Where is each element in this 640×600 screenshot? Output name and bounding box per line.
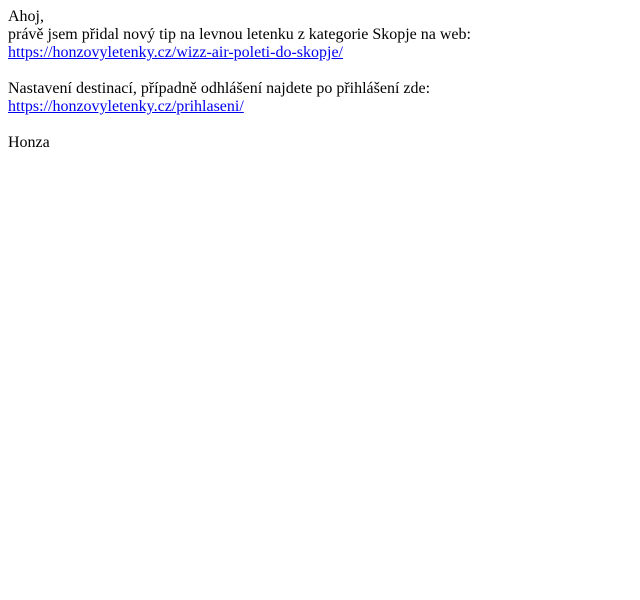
intro-text: právě jsem přidal nový tip na levnou let…: [8, 26, 471, 43]
email-body: Ahoj, právě jsem přidal nový tip na levn…: [0, 0, 640, 160]
login-link[interactable]: https://honzovyletenky.cz/prihlaseni/: [8, 98, 244, 115]
tip-link[interactable]: https://honzovyletenky.cz/wizz-air-polet…: [8, 44, 343, 61]
signature-text: Honza: [8, 134, 50, 151]
greeting-text: Ahoj,: [8, 8, 44, 25]
settings-text: Nastavení destinací, případně odhlášení …: [8, 80, 431, 97]
